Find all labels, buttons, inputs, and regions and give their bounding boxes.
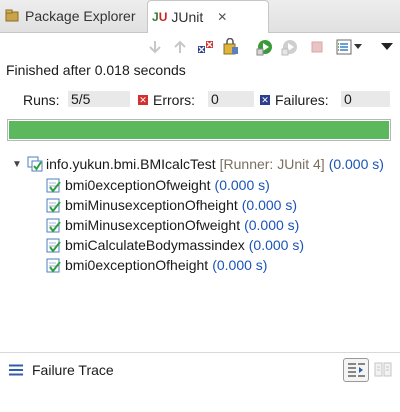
test-progress-bar <box>7 119 391 141</box>
test-time: (0.000 s) <box>214 177 270 193</box>
test-name: bmi0exceptionOfweight <box>65 177 211 193</box>
test-pass-icon <box>46 197 62 213</box>
errors-value: 0 <box>208 91 254 107</box>
show-failures-only-icon[interactable] <box>197 38 215 56</box>
tab-junit[interactable]: JU JUnit ✕ <box>147 0 269 33</box>
filter-stack-trace-button[interactable] <box>343 358 369 382</box>
suite-runner: [Runner: JUnit 4] <box>219 156 325 172</box>
stop-icon[interactable] <box>308 38 326 56</box>
failures-value: 0 <box>341 91 390 107</box>
failures-label: Failures: <box>275 92 329 108</box>
test-name: bmiMinusexceptionOfweight <box>65 217 241 233</box>
expand-toggle-icon[interactable]: ▼ <box>12 159 24 170</box>
test-time: (0.000 s) <box>241 197 298 213</box>
progress-fill <box>9 121 389 139</box>
test-time: (0.000 s) <box>244 217 300 233</box>
error-icon: ✕ <box>138 95 148 105</box>
previous-failure-icon[interactable] <box>171 38 189 56</box>
failure-trace-label: Failure Trace <box>32 362 114 378</box>
scroll-lock-icon[interactable] <box>222 38 240 56</box>
test-pass-icon <box>46 257 62 273</box>
view-tab-bar: Package Explorer JU JUnit ✕ <box>0 0 400 33</box>
failure-trace-header: Failure Trace <box>0 352 400 387</box>
suite-time: (0.000 s) <box>328 156 384 172</box>
junit-toolbar <box>0 33 400 61</box>
tab-package-explorer-label: Package Explorer <box>25 8 136 24</box>
history-dropdown-icon[interactable] <box>353 38 363 56</box>
table-row[interactable]: bmiMinusexceptionOfweight (0.000 s) <box>46 215 299 235</box>
test-pass-icon <box>46 217 62 233</box>
compare-results-icon[interactable] <box>374 361 392 379</box>
tab-junit-label: JUnit <box>171 9 204 25</box>
test-name: bmiMinusexceptionOfheight <box>65 197 238 213</box>
tree-root-suite[interactable]: ▼ info.yukun.bmi.BMIcalcTest [Runner: JU… <box>12 154 384 174</box>
table-row[interactable]: bmi0exceptionOfweight (0.000 s) <box>46 175 270 195</box>
failure-icon: ✕ <box>260 95 270 105</box>
table-row[interactable]: bmi0exceptionOfheight (0.000 s) <box>46 255 267 275</box>
errors-label: Errors: <box>153 92 195 108</box>
suite-name: info.yukun.bmi.BMIcalcTest <box>46 156 216 172</box>
run-status-text: Finished after 0.018 seconds <box>6 62 186 78</box>
tab-package-explorer[interactable]: Package Explorer <box>5 0 136 32</box>
rerun-failed-first-icon[interactable] <box>281 38 299 56</box>
rerun-test-icon[interactable] <box>256 38 274 56</box>
test-pass-icon <box>46 177 62 193</box>
junit-icon: JU <box>152 10 168 24</box>
table-row[interactable]: bmiMinusexceptionOfheight (0.000 s) <box>46 195 297 215</box>
test-name: bmiCalculateBodymassindex <box>65 237 245 253</box>
runs-value: 5/5 <box>68 91 130 107</box>
test-run-history-icon[interactable] <box>335 38 353 56</box>
package-explorer-icon <box>5 9 19 23</box>
test-time: (0.000 s) <box>212 257 268 273</box>
test-pass-icon <box>46 237 62 253</box>
runs-label: Runs: <box>23 92 60 108</box>
test-counters: Runs: 5/5 ✕ Errors: 0 ✕ Failures: 0 <box>0 90 400 110</box>
view-menu-icon[interactable] <box>378 38 396 56</box>
next-failure-icon[interactable] <box>146 38 164 56</box>
test-suite-pass-icon <box>27 156 43 172</box>
test-time: (0.000 s) <box>248 237 305 253</box>
test-name: bmi0exceptionOfheight <box>65 257 209 273</box>
close-icon[interactable]: ✕ <box>217 10 227 24</box>
stack-trace-icon <box>9 363 23 376</box>
table-row[interactable]: bmiCalculateBodymassindex (0.000 s) <box>46 235 304 255</box>
